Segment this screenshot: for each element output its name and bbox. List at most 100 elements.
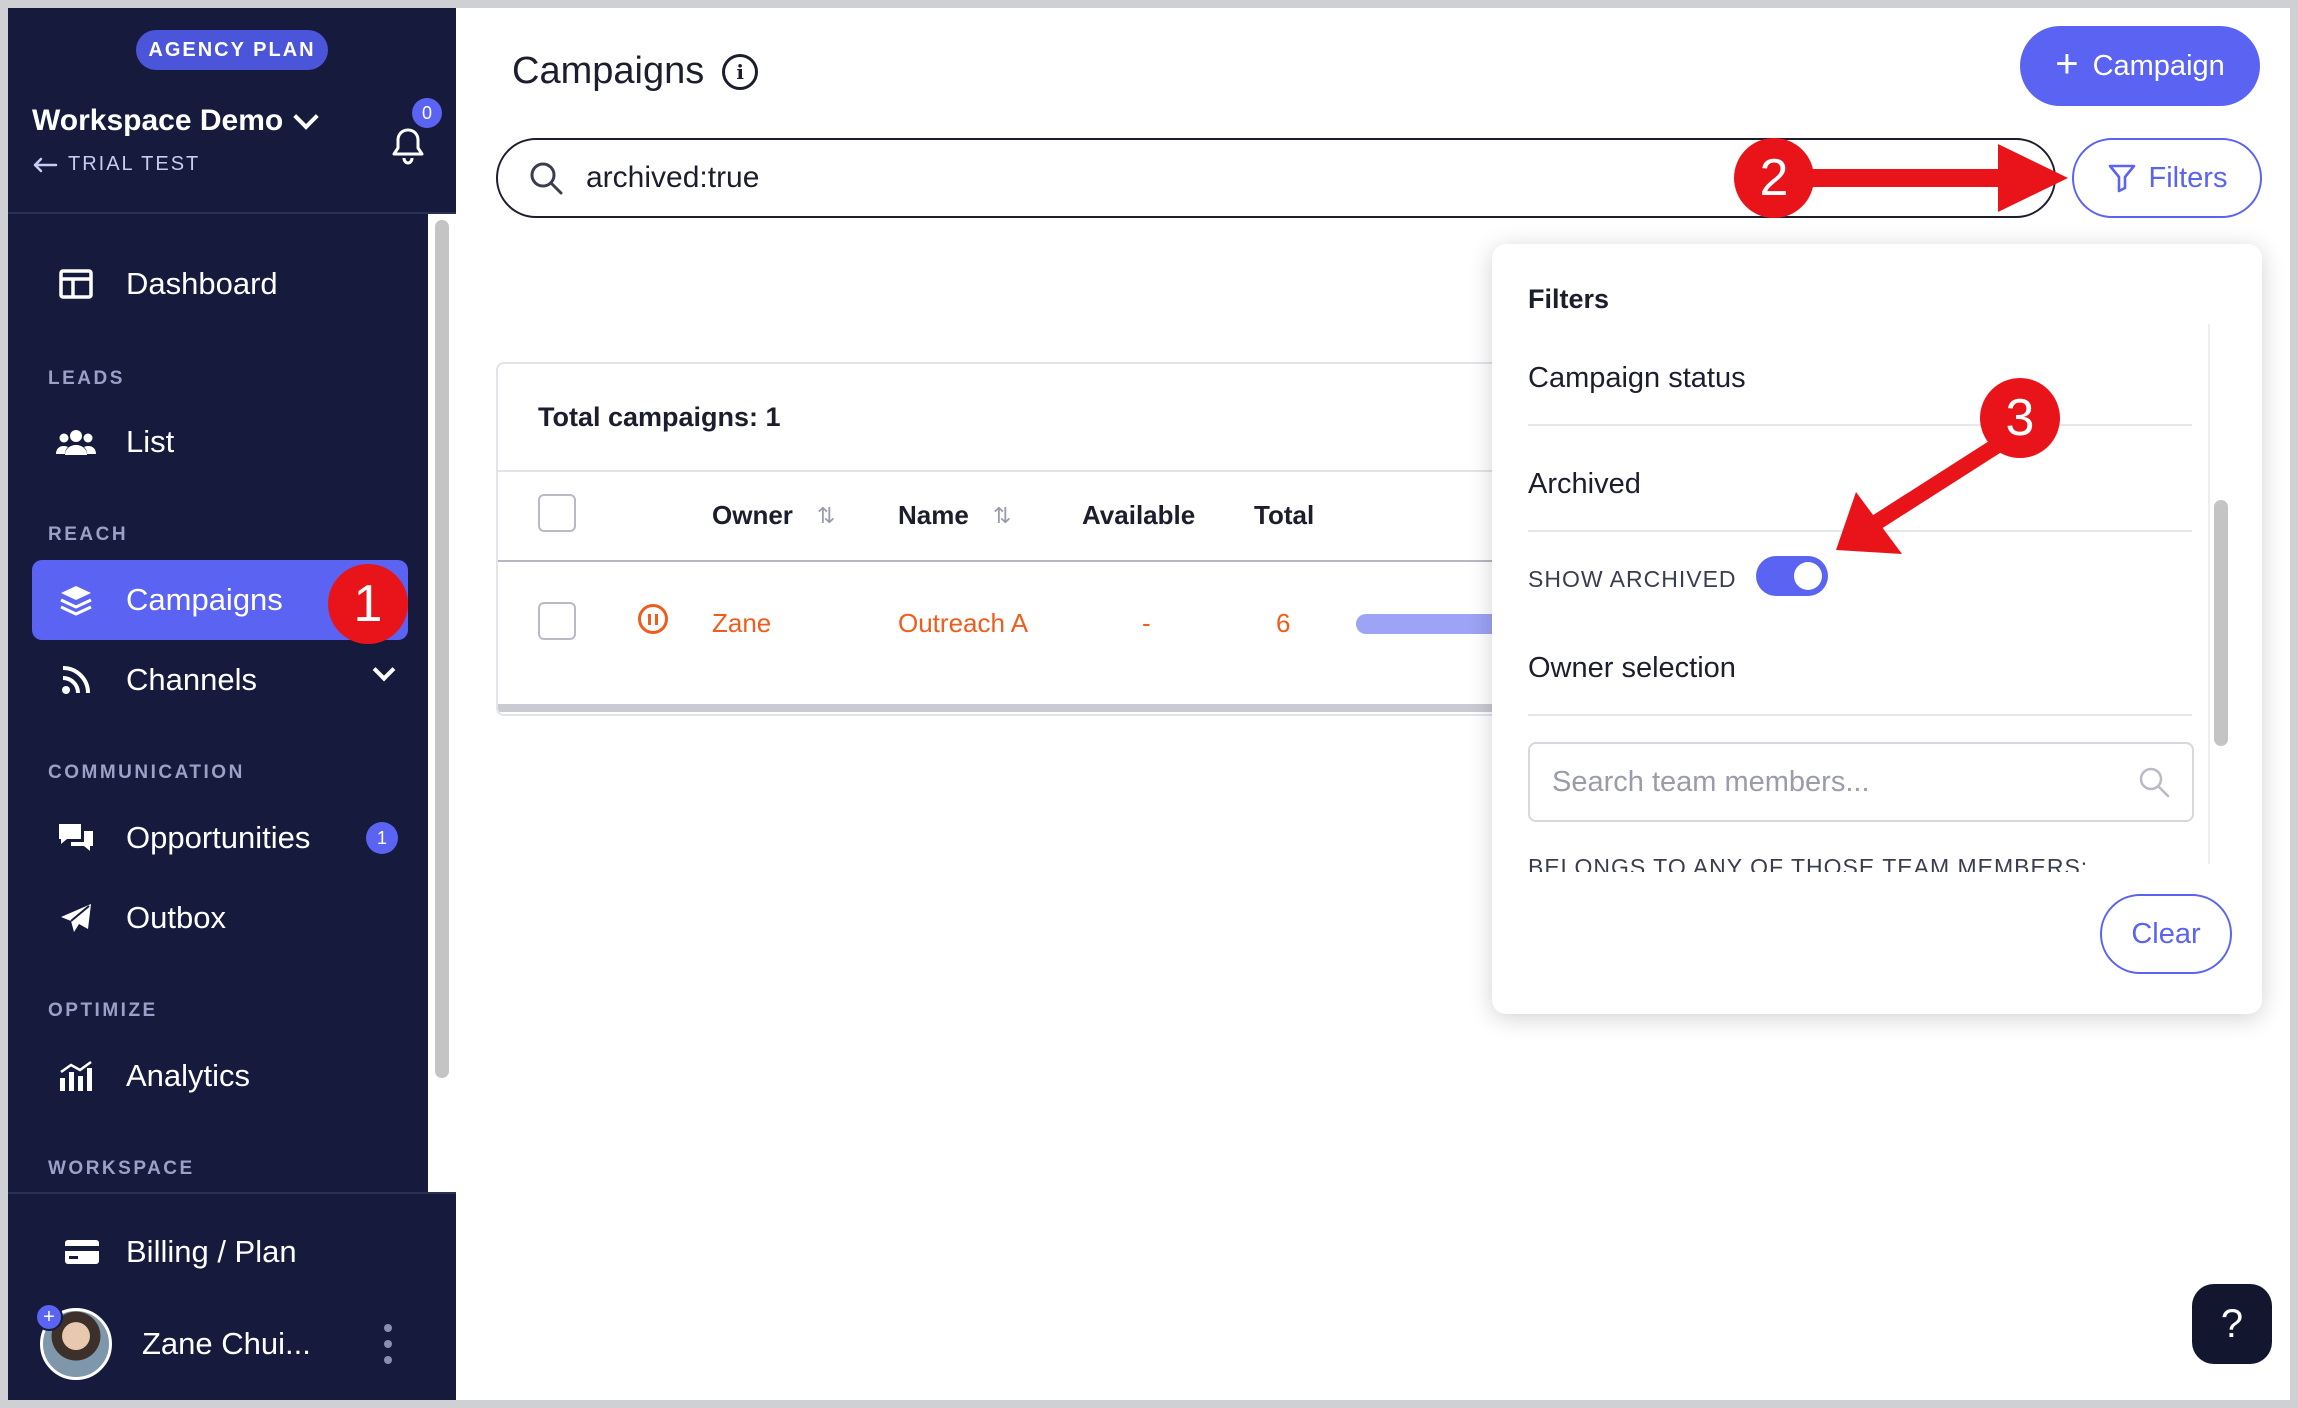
toggle-knob [1794, 562, 1822, 590]
sidebar-item-opportunities[interactable]: Opportunities 1 [32, 798, 408, 878]
sort-icon[interactable]: ⇅ [817, 503, 835, 529]
row-owner[interactable]: Zane [712, 608, 771, 639]
workspace-sub-label: TRIAL TEST [68, 153, 201, 175]
divider [498, 560, 1594, 562]
column-header-name[interactable]: Name ⇅ [898, 500, 1011, 531]
column-header-label: Name [898, 500, 969, 530]
arrow-left-icon [33, 157, 58, 172]
sidebar-item-channels[interactable]: Channels [32, 640, 408, 720]
team-member-search-input[interactable] [1552, 765, 2112, 799]
workspace-back-link[interactable]: TRIAL TEST [32, 153, 200, 176]
sidebar-item-label: Campaigns [126, 582, 283, 617]
chevron-down-icon [372, 658, 396, 682]
divider [1528, 714, 2192, 716]
filter-archived[interactable]: Archived [1528, 468, 1641, 501]
filters-scrollbar-track [2208, 324, 2210, 864]
avatar[interactable]: + [35, 1303, 112, 1380]
add-campaign-label: Campaign [2092, 49, 2225, 82]
sidebar-item-label: Dashboard [126, 266, 278, 301]
workspace-switcher[interactable]: Workspace Demo [32, 104, 319, 138]
user-menu[interactable]: + Zane Chui... [35, 1303, 440, 1384]
pause-icon[interactable] [638, 604, 668, 634]
filters-button-label: Filters [2148, 161, 2228, 194]
paper-plane-icon [56, 898, 96, 938]
sort-icon[interactable]: ⇅ [993, 503, 1011, 529]
section-label-optimize: OPTIMIZE [48, 1000, 158, 1021]
sidebar-item-outbox[interactable]: Outbox [32, 878, 408, 958]
show-archived-toggle[interactable] [1756, 556, 1828, 596]
rss-icon [56, 660, 96, 700]
section-label-reach: REACH [48, 524, 129, 545]
belongs-to-label: BELONGS TO ANY OF THOSE TEAM MEMBERS: [1528, 854, 2089, 872]
dashboard-icon [56, 264, 96, 304]
horizontal-scrollbar[interactable] [498, 704, 1594, 712]
sidebar-divider [8, 212, 456, 214]
sidebar-item-analytics[interactable]: Analytics [32, 1036, 408, 1116]
row-campaign-name[interactable]: Outreach A [898, 608, 1028, 639]
filters-scrollbar[interactable] [2214, 500, 2228, 746]
users-icon [56, 422, 96, 462]
page-title: Campaigns i [512, 50, 759, 93]
layers-icon [56, 580, 96, 620]
user-name: Zane Chui... [142, 1326, 311, 1361]
search-value: archived:true [586, 161, 760, 194]
page-title-text: Campaigns [512, 50, 705, 92]
column-header-total: Total [1254, 500, 1315, 530]
row-available: - [1142, 608, 1151, 638]
opportunities-count-badge: 1 [366, 822, 398, 854]
annotation-step-2: 2 [1734, 138, 1814, 218]
search-input[interactable]: archived:true [496, 138, 2056, 218]
total-campaigns-label: Total campaigns: 1 [538, 402, 781, 432]
sidebar: AGENCY PLAN Workspace Demo TRIAL TEST 0 … [8, 8, 456, 1400]
chevron-down-icon [293, 104, 319, 130]
app-window: AGENCY PLAN Workspace Demo TRIAL TEST 0 … [8, 8, 2290, 1400]
notification-count-badge: 0 [412, 98, 442, 128]
column-header-owner[interactable]: Owner ⇅ [712, 500, 835, 531]
sidebar-item-dashboard[interactable]: Dashboard [32, 244, 408, 324]
bell-icon[interactable] [390, 126, 426, 166]
row-total: 6 [1276, 608, 1291, 638]
section-label-workspace: WORKSPACE [48, 1158, 195, 1179]
add-campaign-button[interactable]: + Campaign [2020, 26, 2260, 106]
sidebar-item-label: List [126, 424, 175, 459]
sidebar-item-label: Billing / Plan [126, 1234, 297, 1269]
credit-card-icon [65, 1240, 99, 1264]
sidebar-footer: Billing / Plan + Zane Chui... [8, 1192, 456, 1400]
section-label-communication: COMMUNICATION [48, 762, 245, 783]
sidebar-item-list[interactable]: List [32, 402, 408, 482]
kebab-menu-icon[interactable] [384, 1324, 392, 1364]
sidebar-item-label: Opportunities [126, 820, 311, 855]
campaigns-table-card: Total campaigns: 1 Owner ⇅ Name ⇅ Availa… [496, 362, 1596, 716]
divider [498, 470, 1594, 472]
column-header-label: Owner [712, 500, 793, 530]
filters-dropdown: Filters Campaign status Archived SHOW AR… [1492, 244, 2262, 1014]
sidebar-item-label: Analytics [126, 1058, 251, 1093]
annotation-step-1: 1 [328, 564, 408, 644]
column-header-available: Available [1082, 500, 1196, 530]
row-checkbox[interactable] [538, 602, 576, 640]
sidebar-item-label: Outbox [126, 900, 226, 935]
filters-button[interactable]: Filters [2072, 138, 2262, 218]
team-member-search[interactable] [1528, 742, 2194, 822]
divider [1528, 530, 2192, 532]
filter-campaign-status[interactable]: Campaign status [1528, 362, 1746, 395]
avatar-plus-icon[interactable]: + [35, 1303, 63, 1331]
search-icon [2139, 767, 2170, 798]
show-archived-label: SHOW ARCHIVED [1528, 566, 1737, 592]
plan-badge: AGENCY PLAN [136, 30, 328, 70]
filters-title: Filters [1528, 284, 1610, 314]
chat-bubbles-icon [56, 818, 96, 858]
filter-owner-selection[interactable]: Owner selection [1528, 652, 1736, 685]
info-icon[interactable]: i [722, 53, 759, 90]
sidebar-item-billing[interactable]: Billing / Plan [64, 1234, 297, 1270]
sidebar-item-label: Channels [126, 662, 257, 697]
clear-filters-button[interactable]: Clear [2100, 894, 2232, 974]
divider [1528, 424, 2192, 426]
filter-funnel-icon [2108, 164, 2135, 193]
select-all-checkbox[interactable] [538, 494, 576, 532]
section-label-leads: LEADS [48, 368, 125, 389]
help-button[interactable]: ? [2192, 1284, 2272, 1364]
plus-icon: + [2055, 42, 2079, 86]
annotation-step-3: 3 [1980, 378, 2060, 458]
sidebar-scrollbar[interactable] [435, 220, 449, 1078]
